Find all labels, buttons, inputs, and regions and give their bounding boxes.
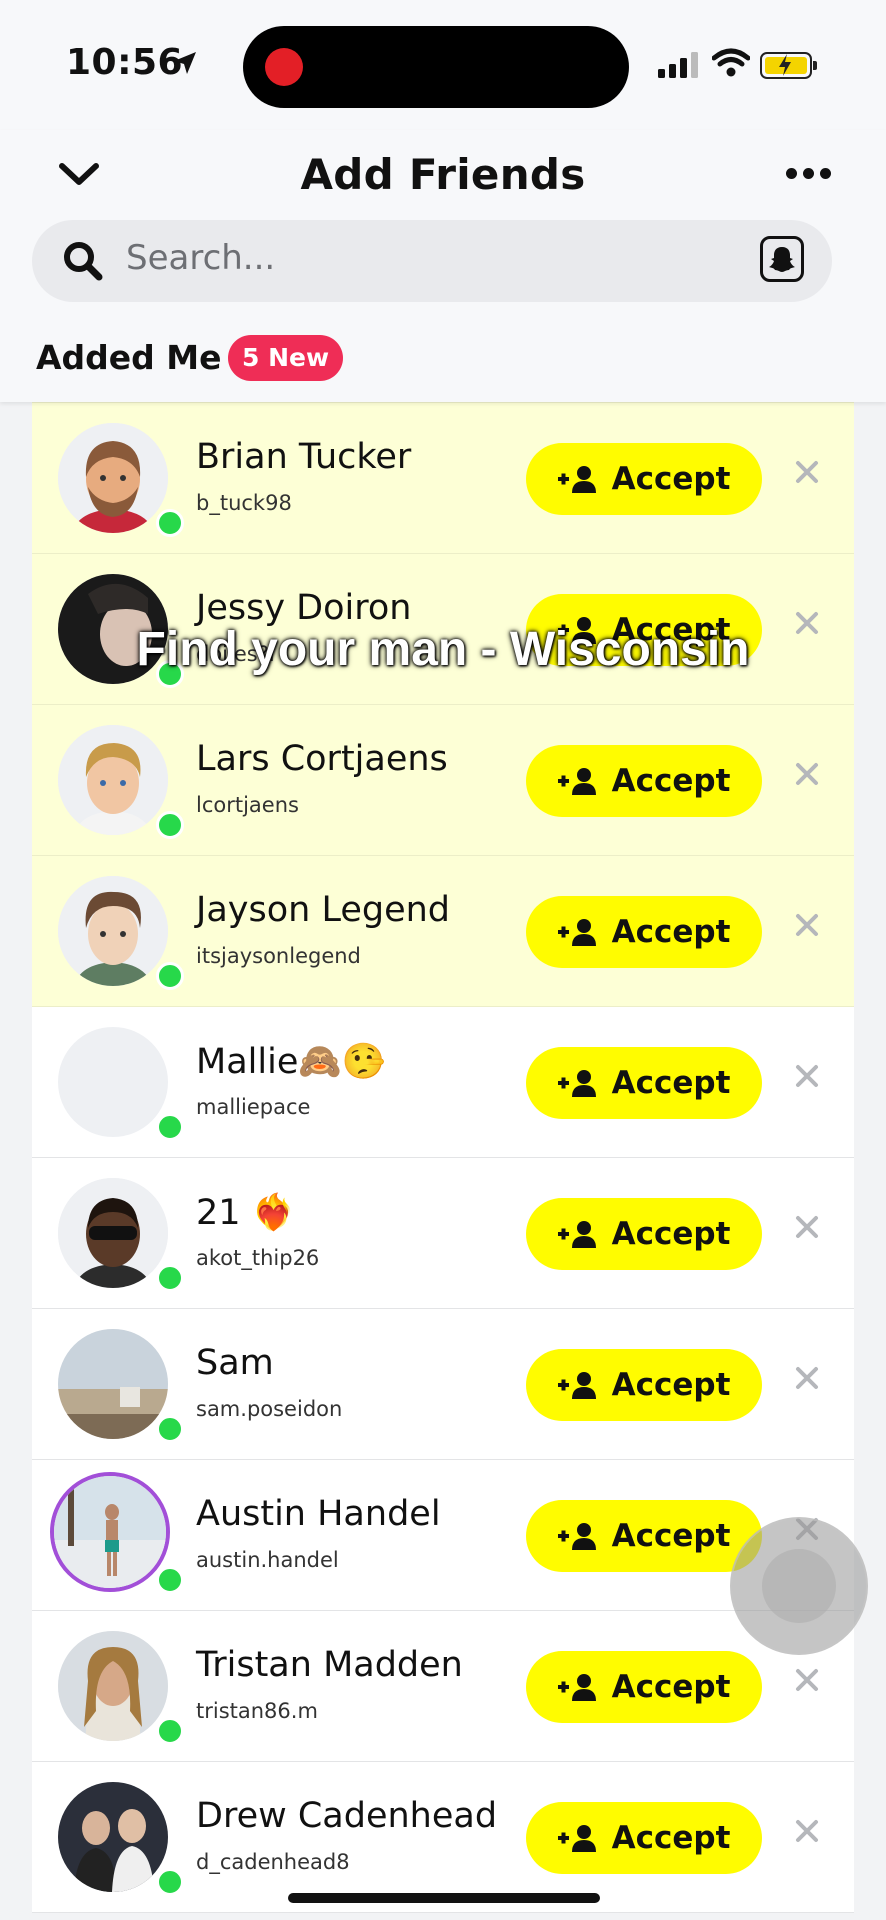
profile-photo[interactable] — [58, 1782, 168, 1892]
add-friend-icon — [557, 1674, 596, 1701]
bitmoji-avatar[interactable] — [58, 423, 168, 533]
friend-name: Mallie🙈🤥 — [196, 1042, 386, 1082]
online-indicator — [156, 509, 184, 537]
dismiss-icon[interactable] — [794, 459, 820, 485]
profile-photo-story-ring[interactable] — [50, 1472, 170, 1592]
dismiss-icon[interactable] — [794, 761, 820, 787]
accept-label: Accept — [611, 763, 731, 799]
accept-label: Accept — [611, 1065, 731, 1101]
friend-name: Tristan Madden — [196, 1645, 463, 1685]
recording-indicator-icon — [265, 48, 303, 86]
dismiss-icon[interactable] — [794, 912, 820, 938]
battery-charging-icon — [760, 52, 817, 79]
list-item: Brian Tucker b_tuck98 Accept — [32, 402, 854, 554]
friend-name: Lars Cortjaens — [196, 739, 448, 779]
friend-username: malliepace — [196, 1095, 311, 1119]
list-item: Tristan Madden tristan86.m Accept — [32, 1611, 854, 1762]
friend-name: Sam — [196, 1343, 274, 1383]
dynamic-island — [243, 26, 629, 108]
dismiss-icon[interactable] — [794, 1214, 820, 1240]
search-icon — [64, 242, 103, 281]
online-indicator — [156, 1717, 184, 1745]
accept-button[interactable]: Accept — [526, 1802, 762, 1874]
accept-button[interactable]: Accept — [526, 1500, 762, 1572]
friend-username: sam.poseidon — [196, 1397, 343, 1421]
online-indicator — [156, 1868, 184, 1896]
search-input[interactable]: Search... — [32, 220, 832, 302]
friend-name: Brian Tucker — [196, 437, 412, 477]
add-friend-icon — [557, 1070, 596, 1097]
online-indicator — [156, 1264, 184, 1292]
bitmoji-avatar[interactable] — [58, 725, 168, 835]
friend-name: Austin Handel — [196, 1494, 441, 1534]
wifi-icon — [712, 48, 750, 77]
accept-label: Accept — [611, 1518, 731, 1554]
friend-username: itsjaysonlegend — [196, 944, 361, 968]
add-friend-icon — [557, 1372, 596, 1399]
accept-button[interactable]: Accept — [526, 745, 762, 817]
accept-button[interactable]: Accept — [526, 1651, 762, 1723]
add-friend-icon — [557, 466, 596, 493]
touch-indicator — [730, 1517, 868, 1655]
friend-username: tristan86.m — [196, 1699, 318, 1723]
new-count-badge: 5 New — [228, 335, 344, 381]
dismiss-icon[interactable] — [794, 1063, 820, 1089]
add-friend-icon — [557, 919, 596, 946]
accept-label: Accept — [611, 461, 731, 497]
accept-label: Accept — [611, 1367, 731, 1403]
friend-name: Jayson Legend — [196, 890, 451, 930]
header: Add Friends Search... Added Me 5 New — [0, 130, 886, 402]
page-title: Add Friends — [300, 150, 586, 199]
search-placeholder: Search... — [126, 238, 276, 278]
dismiss-icon[interactable] — [794, 1818, 820, 1844]
accept-button[interactable]: Accept — [526, 1349, 762, 1421]
friend-username: akot_thip26 — [196, 1246, 320, 1270]
accept-label: Accept — [611, 1216, 731, 1252]
add-friend-icon — [557, 1221, 596, 1248]
friend-username: d_cadenhead8 — [196, 1850, 350, 1874]
list-item: Lars Cortjaens lcortjaens Accept — [32, 705, 854, 856]
online-indicator — [156, 1566, 184, 1594]
online-indicator — [156, 811, 184, 839]
list-item: 21 ❤️‍🔥 akot_thip26 Accept — [32, 1158, 854, 1309]
accept-button[interactable]: Accept — [526, 896, 762, 968]
empty-avatar[interactable] — [58, 1027, 168, 1137]
add-friend-icon — [557, 1825, 596, 1852]
dismiss-icon[interactable] — [794, 1365, 820, 1391]
status-time: 10:56 — [66, 42, 184, 83]
friend-name: 21 ❤️‍🔥 — [196, 1193, 296, 1233]
list-item: Sam sam.poseidon Accept — [32, 1309, 854, 1460]
list-item: Jayson Legend itsjaysonlegend Accept — [32, 856, 854, 1007]
friend-name: Drew Cadenhead — [196, 1796, 498, 1836]
video-caption-overlay: Find your man - Wisconsin — [136, 623, 750, 676]
profile-photo[interactable] — [58, 1631, 168, 1741]
accept-button[interactable]: Accept — [526, 443, 762, 515]
location-arrow-icon — [174, 52, 196, 74]
list-item: Drew Cadenhead d_cadenhead8 Accept — [32, 1762, 854, 1913]
bitmoji-avatar[interactable] — [58, 876, 168, 986]
accept-label: Accept — [611, 1820, 731, 1856]
more-horizontal-icon[interactable] — [786, 168, 831, 179]
add-friend-icon — [557, 768, 596, 795]
list-item: Mallie🙈🤥 malliepace Accept — [32, 1007, 854, 1158]
friend-username: lcortjaens — [196, 793, 299, 817]
accept-button[interactable]: Accept — [526, 1198, 762, 1270]
snapcode-icon[interactable] — [760, 236, 804, 282]
friend-username: b_tuck98 — [196, 491, 292, 515]
dismiss-icon[interactable] — [794, 1667, 820, 1693]
accept-button[interactable]: Accept — [526, 1047, 762, 1119]
bitmoji-avatar[interactable] — [58, 1178, 168, 1288]
add-friend-icon — [557, 1523, 596, 1550]
cellular-signal-icon — [658, 52, 698, 78]
online-indicator — [156, 1415, 184, 1443]
online-indicator — [156, 962, 184, 990]
friend-username: austin.handel — [196, 1548, 339, 1572]
profile-photo[interactable] — [58, 1329, 168, 1439]
online-indicator — [156, 1113, 184, 1141]
home-indicator[interactable] — [288, 1893, 600, 1903]
status-bar: 10:56 — [0, 0, 886, 130]
accept-label: Accept — [611, 914, 731, 950]
section-title: Added Me — [36, 338, 222, 377]
accept-label: Accept — [611, 1669, 731, 1705]
